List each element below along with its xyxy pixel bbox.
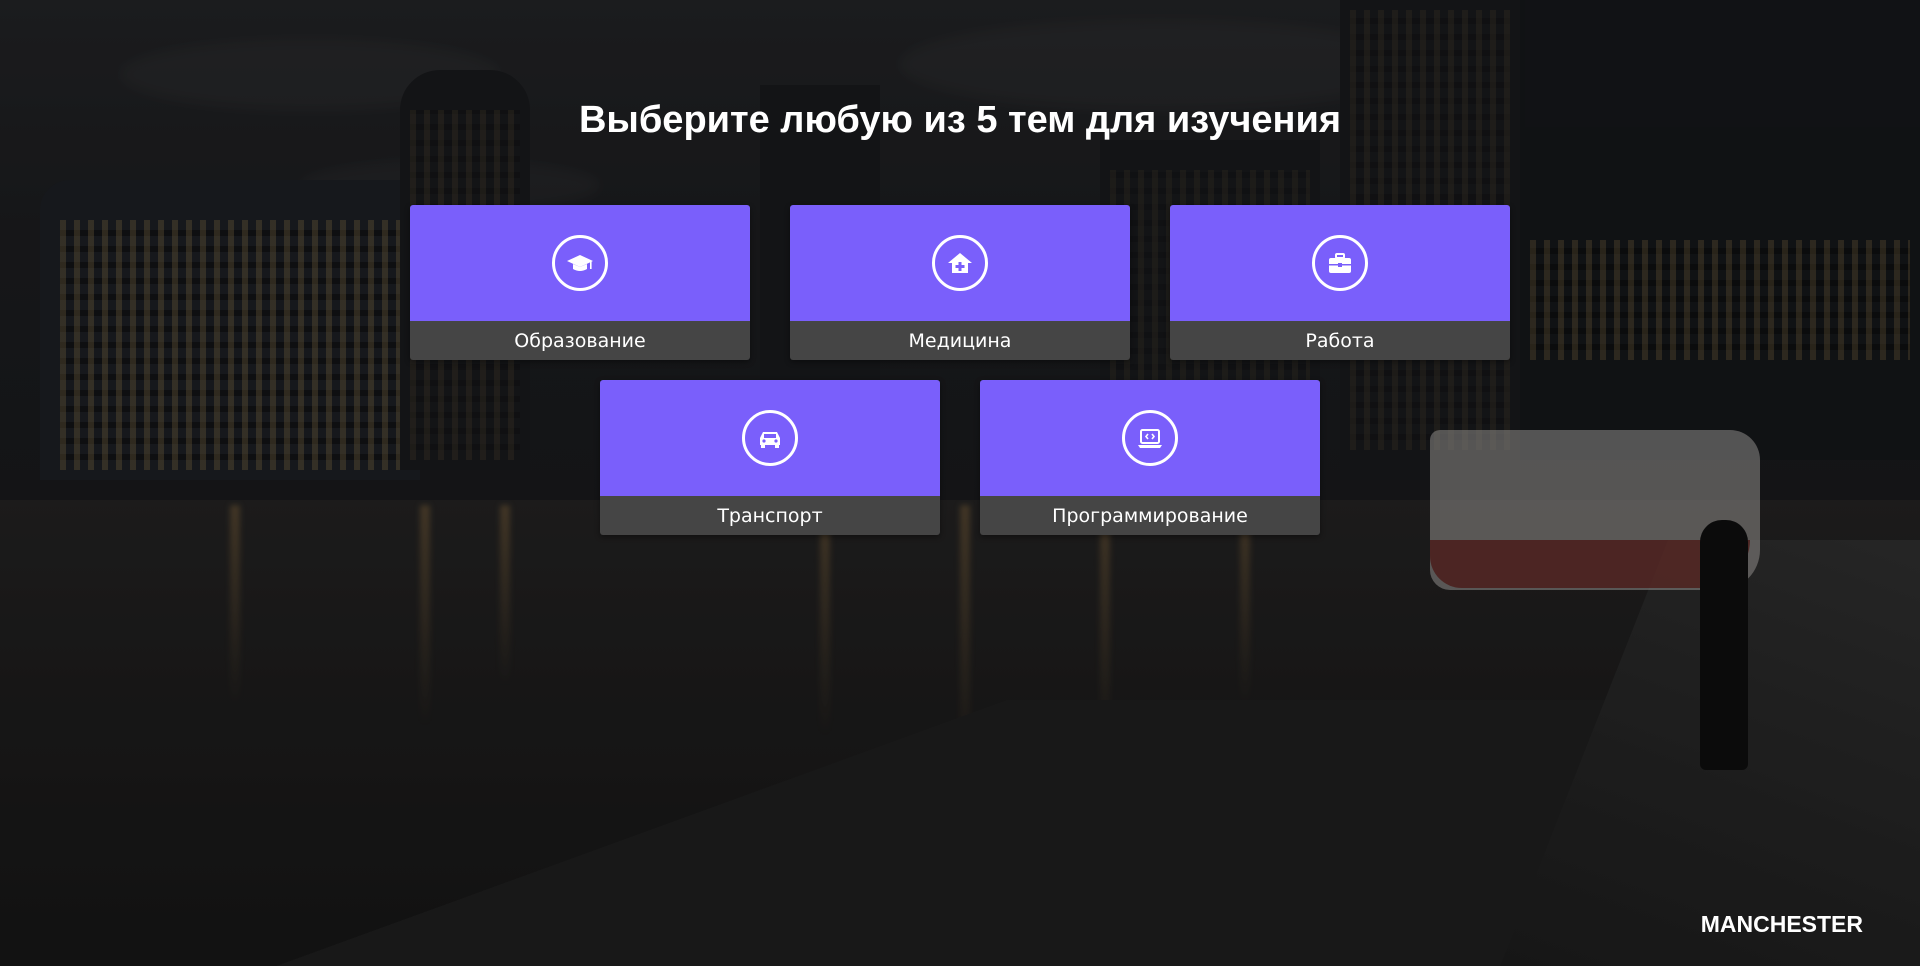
brand-logo-text: MANCHESTER <box>1700 911 1863 937</box>
topic-card-transport[interactable]: Транспорт <box>600 380 940 535</box>
topic-card-programming[interactable]: Программирование <box>980 380 1320 535</box>
card-icon-area <box>980 380 1320 496</box>
card-icon-area <box>1170 205 1510 321</box>
background-photo <box>0 0 1920 966</box>
car-icon <box>742 410 798 466</box>
card-label: Работа <box>1170 321 1510 360</box>
card-icon-area <box>600 380 940 496</box>
topic-card-education[interactable]: Образование <box>410 205 750 360</box>
medical-house-icon <box>932 235 988 291</box>
card-label: Программирование <box>980 496 1320 535</box>
page-title: Выберите любую из 5 тем для изучения <box>578 99 1342 141</box>
topic-card-work[interactable]: Работа <box>1170 205 1510 360</box>
topic-card-medicine[interactable]: Медицина <box>790 205 1130 360</box>
card-icon-area <box>790 205 1130 321</box>
laptop-code-icon <box>1122 410 1178 466</box>
graduation-cap-icon <box>552 235 608 291</box>
card-label: Транспорт <box>600 496 940 535</box>
card-label: Медицина <box>790 321 1130 360</box>
card-icon-area <box>410 205 750 321</box>
card-label: Образование <box>410 321 750 360</box>
briefcase-icon <box>1312 235 1368 291</box>
